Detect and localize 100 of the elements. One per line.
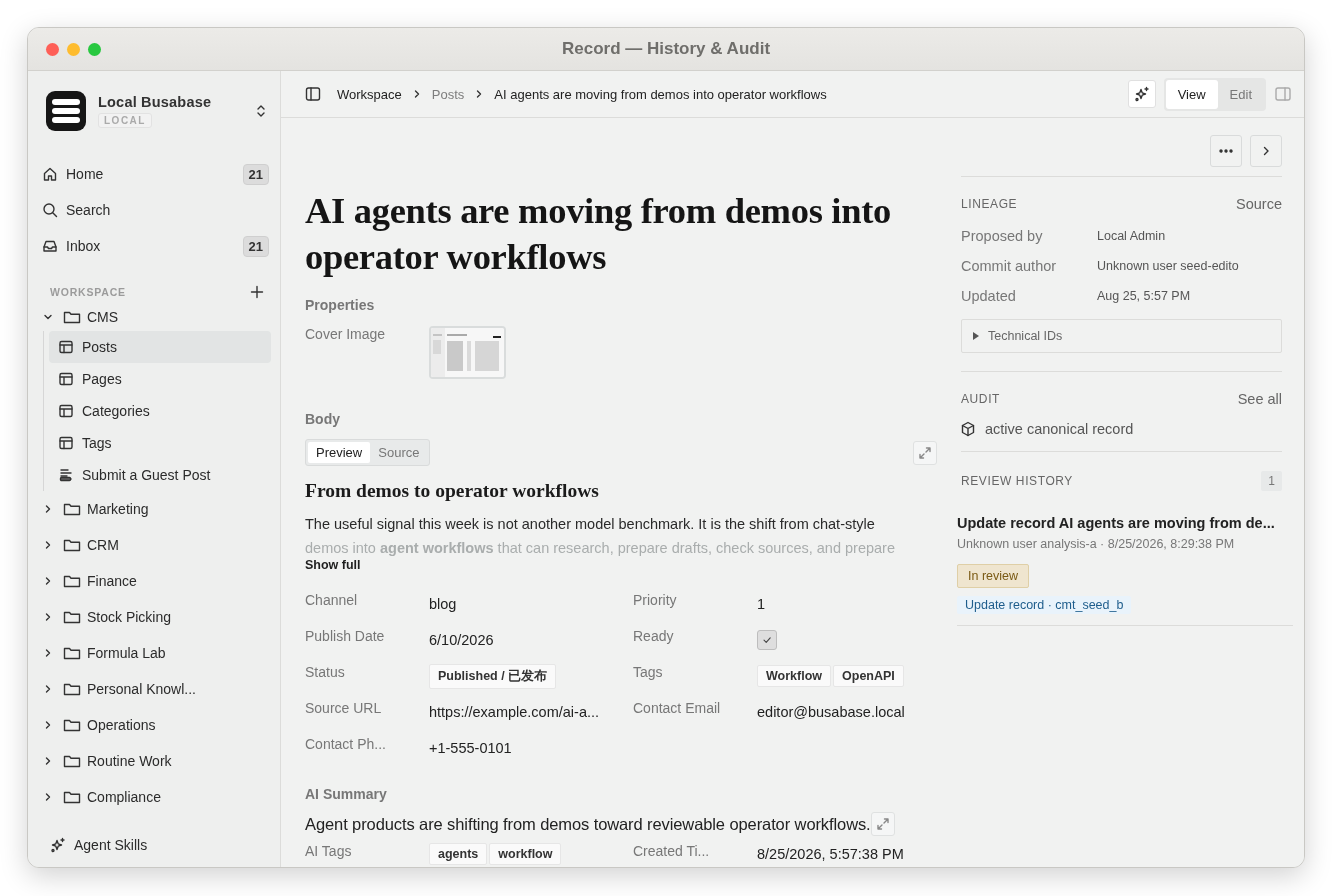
window-title: Record — History & Audit [561,39,771,59]
count-badge: 21 [242,163,269,185]
field-value: Unknown user seed-edito [1097,258,1240,275]
field-value: Aug 25, 5:57 PM [1097,288,1192,305]
folder-item[interactable]: Personal Knowl... [41,671,271,707]
sidebar-item[interactable]: Pages [49,363,271,395]
folder-item[interactable]: Finance [41,563,271,599]
breadcrumb-link[interactable]: Workspace [337,86,402,102]
expand-button[interactable] [870,812,895,836]
source-link[interactable]: Source [1236,196,1282,212]
folder-label: Operations [87,717,156,733]
count-badge: 21 [242,235,269,257]
close-window-button[interactable] [46,42,59,56]
section-heading: AUDIT [961,392,1000,406]
field-label: Status [305,663,346,682]
body-heading: From demos to operator workflows [305,480,600,502]
field-label: Ready [633,627,675,646]
summary-text: Agent products are shifting from demos toward reviewable operator workflows. [305,814,871,834]
commit-link[interactable]: Update record · cmt_seed_b [957,596,1132,614]
field-label: Tags [633,663,664,682]
body-tab[interactable]: Preview [308,442,371,463]
triangle-right-icon [972,331,980,341]
folder-icon [63,309,81,325]
sidebar-item[interactable]: Posts [49,331,271,363]
nav-item[interactable]: Home 21 [36,156,269,192]
field-value: https://example.com/ai-a... [429,703,601,722]
zoom-window-button[interactable] [88,42,101,56]
folder-item[interactable]: Stock Picking [41,599,271,635]
field-label: AI Tags [305,843,353,861]
inbox-icon [42,238,58,254]
folder-item[interactable]: CRM [41,527,271,563]
folder-item[interactable]: Formula Lab [41,635,271,671]
body-tab[interactable]: Source [370,442,428,463]
next-button[interactable] [1250,135,1282,167]
nav-item[interactable]: Search [36,192,269,228]
folder-label: Stock Picking [87,609,172,625]
breadcrumb-link[interactable]: Posts [431,86,465,102]
record-title: AI agents are moving from demos into operator workflows [305,189,892,279]
field-label: Proposed by [961,227,1044,246]
field-label: Channel [305,591,359,610]
body-text: The useful signal this week is not another model benchmark. It is the shift from chat-style [305,515,876,534]
status-badge: In review [957,564,1030,588]
field-value: editor@busabase.local [757,703,906,722]
mode-tab[interactable]: View [1165,79,1218,109]
table-icon [58,371,74,387]
item-label: Pages [82,371,122,387]
folder-label: Compliance [87,789,161,805]
section-label: Properties [305,297,376,313]
folder-item[interactable]: CMS [41,303,271,331]
field-label: Created Ti... [633,843,711,861]
minimize-window-button[interactable] [67,42,80,56]
field-label: Updated [961,287,1017,306]
review-title: Update record AI agents are moving from de... [957,515,1276,531]
search-icon [42,202,58,218]
sidebar-item[interactable]: Tags [49,427,271,459]
ai-assist-button[interactable] [1127,80,1156,108]
breadcrumb-link[interactable]: AI agents are moving from demos into operator workflows [494,86,827,102]
technical-ids-disclosure[interactable]: Technical IDs [961,319,1282,353]
table-icon [58,339,74,355]
workspace-name: Local Busabase [98,94,213,110]
folder-icon [63,573,81,589]
see-all-link[interactable]: See all [1237,391,1282,407]
folder-label: Formula Lab [87,645,166,661]
tag-chip: Workflow [757,665,832,687]
folder-icon [63,681,81,697]
folder-item[interactable]: Marketing [41,491,271,527]
folder-icon [63,537,81,553]
home-icon [42,166,58,182]
show-full-link[interactable]: Show full [305,558,937,572]
footer-link[interactable]: Agent Skills [74,837,148,853]
folder-item[interactable]: Operations [41,707,271,743]
tag-chip: Published / 已发布 [429,663,557,689]
panel-toggle-icon [1274,86,1292,102]
folder-item[interactable]: Compliance [41,779,271,815]
more-icon [1219,149,1233,153]
checkbox[interactable] [757,630,777,650]
folder-item[interactable]: Routine Work [41,743,271,779]
count-badge: 1 [1261,471,1282,491]
field-value: 8/25/2026, 5:57:38 PM [757,845,905,864]
review-meta: Unknown user analysis-a · 8/25/2026, 8:29:38 PM [957,537,1236,551]
field-label: Contact Email [633,699,722,718]
item-label: Categories [82,403,150,419]
expand-button[interactable] [913,440,937,465]
sidebar-item[interactable]: Categories [49,395,271,427]
more-button[interactable] [1210,135,1242,167]
mode-tab[interactable]: Edit [1217,79,1264,109]
field-label: Source URL [305,699,383,718]
nav-item[interactable]: Inbox 21 [36,228,269,264]
tag-chip: OpenAPI [833,665,904,687]
sidebar-item[interactable]: Submit a Guest Post [49,459,271,491]
item-label: Tags [82,435,112,451]
field-value: 1 [757,595,767,614]
audit-entry: active canonical record [985,421,1134,437]
sidebar-toggle-icon [305,86,321,102]
tag-chip: agents [429,843,488,865]
field-value: blog [429,595,458,614]
folder-label: CRM [87,537,119,553]
tag-chip: workflow [489,843,562,865]
folder-label: CMS [87,309,119,325]
folder-icon [63,501,81,517]
